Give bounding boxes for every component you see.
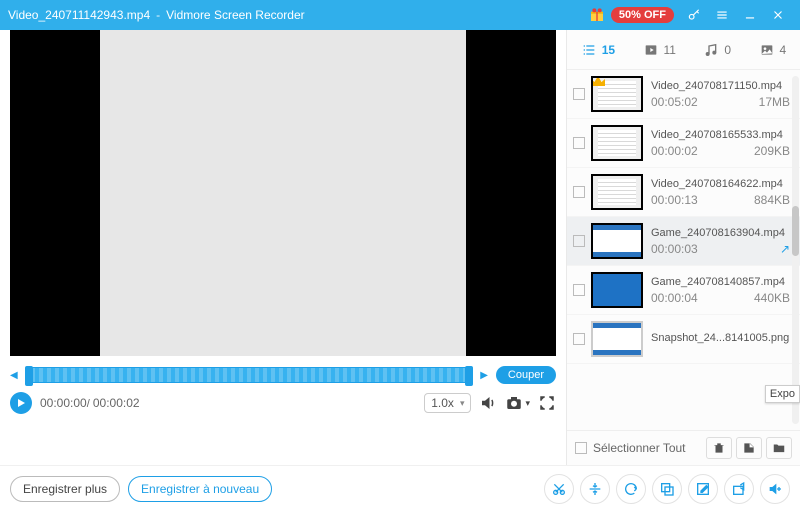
list-item[interactable]: Video_240708164622.mp4 00:00:13 884KB: [567, 168, 800, 217]
speed-select[interactable]: 1.0x▾: [424, 393, 471, 413]
volume-tool-icon[interactable]: [760, 474, 790, 504]
merge-tool-icon[interactable]: [652, 474, 682, 504]
gift-icon[interactable]: [589, 7, 605, 23]
select-all-checkbox[interactable]: [575, 442, 587, 454]
item-filename: Game_240708140857.mp4: [651, 276, 790, 288]
item-thumbnail[interactable]: [591, 174, 643, 210]
compress-tool-icon[interactable]: [580, 474, 610, 504]
item-filename: Video_240708165533.mp4: [651, 129, 790, 141]
media-library: 15 11 0 4 Expo Video_240708171150.mp4 00:…: [567, 30, 800, 465]
edit-tool-icon[interactable]: [688, 474, 718, 504]
export-tooltip: Expo: [765, 385, 800, 403]
item-size: 884KB: [754, 193, 790, 207]
titlebar: Video_240711142943.mp4 - Vidmore Screen …: [0, 0, 800, 30]
minimize-icon[interactable]: [736, 1, 764, 29]
close-icon[interactable]: [764, 1, 792, 29]
list-item[interactable]: Video_240708171150.mp4 00:05:02 17MB: [567, 70, 800, 119]
item-thumbnail[interactable]: [591, 272, 643, 308]
volume-icon[interactable]: [479, 394, 497, 412]
item-size: 209KB: [754, 144, 790, 158]
scrollbar[interactable]: [792, 76, 799, 424]
item-checkbox[interactable]: [573, 284, 585, 296]
snapshot-icon[interactable]: ▾: [505, 394, 530, 412]
item-size: 17MB: [759, 95, 790, 109]
key-icon[interactable]: [680, 1, 708, 29]
list-item[interactable]: Game_240708140857.mp4 00:00:04 440KB: [567, 266, 800, 315]
item-info: Snapshot_24...8141005.png: [651, 332, 790, 347]
item-checkbox[interactable]: [573, 88, 585, 100]
item-checkbox[interactable]: [573, 137, 585, 149]
main-area: ◀ ▶ Couper 00:00:00/ 00:00:02 1.0x▾ ▾ 15…: [0, 30, 800, 465]
item-info: Game_240708140857.mp4 00:00:04 440KB: [651, 276, 790, 305]
bottom-toolbar: Enregistrer plus Enregistrer à nouveau: [0, 465, 800, 512]
trim-tool-icon[interactable]: [544, 474, 574, 504]
playback-time: 00:00:00/ 00:00:02: [40, 396, 140, 410]
list-item[interactable]: Game_240708163904.mp4 00:00:03 ↗: [567, 217, 800, 266]
menu-icon[interactable]: [708, 1, 736, 29]
video-preview[interactable]: [10, 30, 556, 356]
convert-tool-icon[interactable]: [616, 474, 646, 504]
item-info: Video_240708165533.mp4 00:00:02 209KB: [651, 129, 790, 158]
tab-video[interactable]: 11: [643, 42, 676, 58]
trim-start-caret[interactable]: ◀: [10, 370, 18, 381]
item-checkbox[interactable]: [573, 186, 585, 198]
item-info: Video_240708171150.mp4 00:05:02 17MB: [651, 80, 790, 109]
fullscreen-icon[interactable]: [538, 394, 556, 412]
open-folder-button[interactable]: [766, 437, 792, 459]
item-checkbox[interactable]: [573, 235, 585, 247]
tab-image[interactable]: 4: [759, 42, 787, 58]
trim-handle-left[interactable]: [25, 366, 33, 386]
library-footer: Sélectionner Tout: [567, 430, 800, 465]
item-thumbnail[interactable]: [591, 223, 643, 259]
item-filename: Video_240708171150.mp4: [651, 80, 790, 92]
item-duration: 00:00:03: [651, 242, 698, 256]
item-thumbnail[interactable]: [591, 321, 643, 357]
item-filename: Snapshot_24...8141005.png: [651, 332, 790, 344]
current-file: Video_240711142943.mp4: [8, 8, 150, 22]
rename-button[interactable]: [736, 437, 762, 459]
list-item[interactable]: Snapshot_24...8141005.png: [567, 315, 800, 364]
item-size: 440KB: [754, 291, 790, 305]
cut-button[interactable]: Couper: [496, 366, 556, 384]
player-panel: ◀ ▶ Couper 00:00:00/ 00:00:02 1.0x▾ ▾: [0, 30, 567, 465]
app-name: Vidmore Screen Recorder: [166, 8, 305, 22]
item-duration: 00:00:02: [651, 144, 698, 158]
tab-audio[interactable]: 0: [703, 42, 731, 58]
delete-button[interactable]: [706, 437, 732, 459]
player-controls: 00:00:00/ 00:00:02 1.0x▾ ▾: [10, 392, 556, 414]
item-info: Game_240708163904.mp4 00:00:03 ↗: [651, 227, 790, 256]
trim-bar: ◀ ▶ Couper: [10, 366, 556, 384]
trim-track[interactable]: [26, 367, 473, 383]
item-checkbox[interactable]: [573, 333, 585, 345]
item-info: Video_240708164622.mp4 00:00:13 884KB: [651, 178, 790, 207]
discount-badge[interactable]: 50% OFF: [611, 7, 674, 23]
record-again-button[interactable]: Enregistrer à nouveau: [128, 476, 272, 502]
list-item[interactable]: Video_240708165533.mp4 00:00:02 209KB: [567, 119, 800, 168]
play-button[interactable]: [10, 392, 32, 414]
record-more-button[interactable]: Enregistrer plus: [10, 476, 120, 502]
item-thumbnail[interactable]: [591, 125, 643, 161]
item-thumbnail[interactable]: [591, 76, 643, 112]
title-separator: -: [156, 8, 160, 22]
item-filename: Game_240708163904.mp4: [651, 227, 790, 239]
scrollbar-thumb[interactable]: [792, 206, 799, 256]
item-filename: Video_240708164622.mp4: [651, 178, 790, 190]
trim-end-caret[interactable]: ▶: [480, 370, 488, 381]
item-duration: 00:00:13: [651, 193, 698, 207]
chevron-down-icon: ▾: [460, 398, 465, 409]
trim-handle-right[interactable]: [465, 366, 473, 386]
item-duration: 00:00:04: [651, 291, 698, 305]
library-tabs: 15 11 0 4: [567, 30, 800, 70]
item-duration: 00:05:02: [651, 95, 698, 109]
share-icon[interactable]: ↗: [780, 242, 790, 256]
tab-list[interactable]: 15: [581, 42, 615, 58]
export-tool-icon[interactable]: [724, 474, 754, 504]
media-list[interactable]: Expo Video_240708171150.mp400:05:0217MBV…: [567, 70, 800, 430]
select-all-label: Sélectionner Tout: [593, 441, 686, 455]
